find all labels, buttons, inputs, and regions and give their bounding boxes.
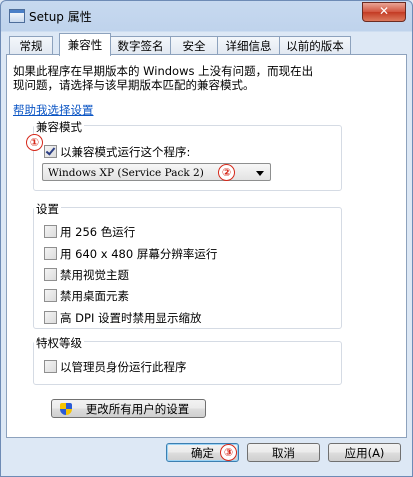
- tab-security[interactable]: 安全: [170, 36, 218, 55]
- window-app-icon: [9, 9, 25, 23]
- annotation-badge-3: ③: [220, 444, 237, 461]
- tab-general[interactable]: 常规: [9, 36, 53, 55]
- os-version-select[interactable]: Windows XP (Service Pack 2): [42, 163, 271, 181]
- chevron-down-icon: [256, 171, 264, 176]
- close-button[interactable]: ✕: [362, 2, 406, 22]
- disable-dpi-scaling-checkbox[interactable]: [44, 311, 57, 324]
- disable-desktop-composition-checkbox[interactable]: [44, 289, 57, 302]
- settings-title: 设置: [34, 201, 61, 217]
- annotation-badge-2: ②: [218, 164, 235, 181]
- disable-dpi-scaling-label[interactable]: 高 DPI 设置时禁用显示缩放: [60, 310, 202, 326]
- change-all-users-label: 更改所有用户的设置: [85, 402, 190, 416]
- run-as-admin-checkbox[interactable]: [44, 360, 57, 373]
- change-all-users-button[interactable]: 更改所有用户的设置: [51, 399, 206, 418]
- disable-visual-themes-checkbox[interactable]: [44, 268, 57, 281]
- title-bar[interactable]: Setup 属性 ✕: [1, 1, 412, 31]
- tab-compatibility[interactable]: 兼容性: [59, 33, 111, 56]
- uac-shield-icon: [60, 403, 72, 415]
- run-640x480-checkbox[interactable]: [44, 247, 57, 260]
- run-as-admin-label[interactable]: 以管理员身份运行此程序: [60, 359, 187, 375]
- window-title: Setup 属性: [29, 10, 92, 24]
- apply-button[interactable]: 应用(A): [328, 443, 401, 462]
- ok-label: 确定: [191, 446, 214, 460]
- compat-mode-checkbox-label[interactable]: 以兼容模式运行这个程序:: [60, 144, 190, 160]
- privilege-title: 特权等级: [34, 335, 84, 351]
- run-256-colors-label[interactable]: 用 256 色运行: [60, 224, 135, 240]
- cancel-button[interactable]: 取消: [247, 443, 320, 462]
- compat-mode-title: 兼容模式: [34, 119, 84, 135]
- run-640x480-label[interactable]: 用 640 x 480 屏幕分辨率运行: [60, 246, 217, 262]
- tab-digital-signatures[interactable]: 数字签名: [110, 36, 171, 55]
- intro-text: 如果此程序在早期版本的 Windows 上没有问题，而现在出 现问题，请选择与该…: [13, 64, 314, 92]
- help-me-choose-link[interactable]: 帮助我选择设置: [13, 102, 94, 118]
- disable-desktop-composition-label[interactable]: 禁用桌面元素: [60, 288, 129, 304]
- run-256-colors-checkbox[interactable]: [44, 225, 57, 238]
- annotation-badge-1: ①: [26, 134, 43, 151]
- disable-visual-themes-label[interactable]: 禁用视觉主题: [60, 267, 129, 283]
- tab-previous-versions[interactable]: 以前的版本: [279, 36, 351, 55]
- tab-details[interactable]: 详细信息: [217, 36, 280, 55]
- compat-mode-checkbox[interactable]: [44, 145, 57, 158]
- os-version-selected: Windows XP (Service Pack 2): [48, 167, 204, 179]
